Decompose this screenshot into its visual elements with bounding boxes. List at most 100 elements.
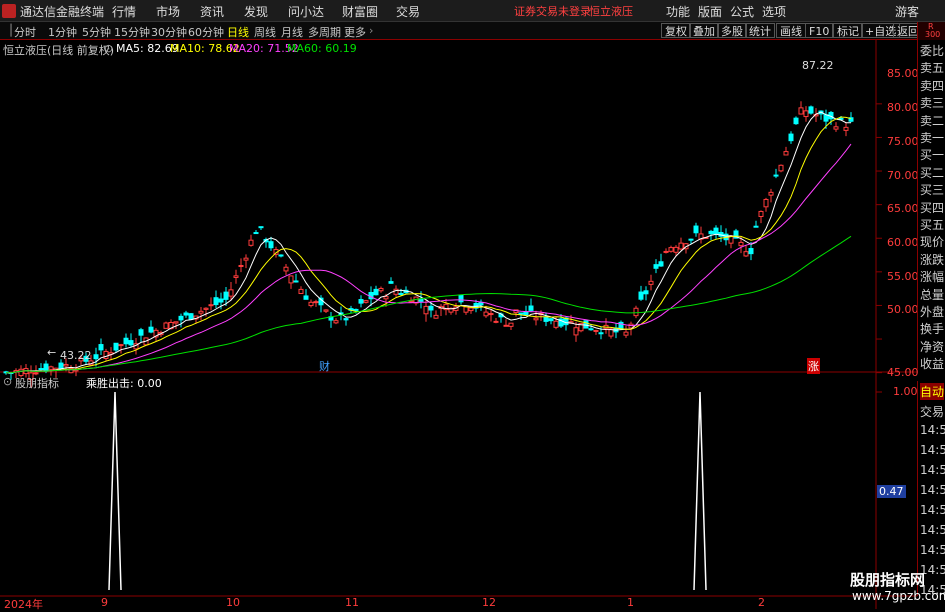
- candle-body: [388, 281, 394, 284]
- candle-body: [218, 298, 224, 303]
- current-stock[interactable]: 恒立液压: [589, 3, 633, 19]
- ma60-line: [6, 235, 852, 374]
- candle-body: [583, 320, 589, 329]
- quote-panel: 委比 卖五 卖四 卖三 卖二 卖一 买一 买二 买三 买四 买五 现价 涨跌 涨幅 总量 外盘 换手 净资 收益: [917, 40, 945, 371]
- y-tick-65: 65.00: [887, 202, 919, 215]
- time-item: 14:56: [920, 503, 945, 517]
- menu-options[interactable]: 选项: [762, 3, 786, 20]
- mark-button[interactable]: 标记: [833, 23, 863, 38]
- candle-body: [373, 288, 379, 296]
- candle-body: [528, 305, 534, 311]
- menu-discover[interactable]: 发现: [244, 3, 268, 20]
- sidebar-header[interactable]: R 300: [917, 22, 945, 40]
- indicator-value: 乘胜出击: 0.00: [86, 377, 162, 390]
- candle-body: [458, 294, 464, 303]
- indicator-settings-icon[interactable]: ⊙: [3, 375, 12, 388]
- candle-body: [113, 342, 119, 351]
- tab-monthly[interactable]: 月线: [281, 24, 303, 40]
- menu-quotes[interactable]: 行情: [112, 3, 136, 20]
- multi-stock-button[interactable]: 多股: [717, 23, 747, 38]
- limit-up-marker[interactable]: 涨: [807, 358, 820, 374]
- candle-body: [428, 305, 434, 311]
- candle-body: [643, 290, 649, 295]
- tab-30min[interactable]: 30分钟: [151, 24, 187, 40]
- quote-item: 买二: [920, 165, 945, 180]
- menu-wenxiaoda[interactable]: 问小达: [288, 3, 324, 20]
- signal-spike: [693, 391, 707, 591]
- candle-body: [278, 254, 284, 257]
- menu-function[interactable]: 功能: [666, 3, 690, 20]
- candle-body: [713, 227, 719, 235]
- tab-multi-period[interactable]: 多周期: [308, 24, 341, 40]
- collapse-icon[interactable]: ▕: [3, 24, 11, 37]
- trade-item[interactable]: 交易: [920, 403, 944, 420]
- y-tick-80: 80.00: [887, 101, 919, 114]
- candle-body: [98, 344, 104, 351]
- candle-body: [38, 368, 44, 371]
- menu-formula[interactable]: 公式: [730, 3, 754, 20]
- candle-body: [258, 226, 264, 229]
- candle-body: [313, 301, 319, 304]
- indicator-name[interactable]: 股朋指标: [15, 375, 59, 391]
- quote-item: 买三: [920, 183, 945, 198]
- time-item: 14:56: [920, 483, 945, 497]
- candle-body: [588, 328, 594, 331]
- y-tick-70: 70.00: [887, 169, 919, 182]
- menu-market[interactable]: 市场: [156, 3, 180, 20]
- menu-layout[interactable]: 版面: [698, 3, 722, 20]
- candle-body: [398, 292, 404, 295]
- overlay-button[interactable]: 叠加: [689, 23, 719, 38]
- tab-5min[interactable]: 5分钟: [82, 24, 111, 40]
- candle-body: [173, 321, 179, 324]
- stats-button[interactable]: 统计: [745, 23, 775, 38]
- chevron-right-icon[interactable]: ›: [369, 24, 373, 37]
- tab-15min[interactable]: 15分钟: [114, 24, 150, 40]
- x-label-12: 12: [482, 596, 496, 609]
- menu-trade[interactable]: 交易: [396, 3, 420, 20]
- tab-intraday[interactable]: 分时: [14, 24, 36, 40]
- adjust-button[interactable]: 复权: [661, 23, 691, 38]
- candle-body: [208, 304, 214, 307]
- x-label-2: 2: [758, 596, 765, 609]
- candle-body: [118, 344, 124, 347]
- candle-body: [833, 126, 839, 130]
- candle-body: [138, 329, 144, 336]
- x-label-1: 1: [627, 596, 634, 609]
- candle-body: [783, 151, 789, 156]
- candle-body: [58, 362, 64, 370]
- tab-daily[interactable]: 日线: [227, 24, 249, 40]
- draw-button[interactable]: 画线: [776, 23, 806, 38]
- trade-item[interactable]: 自动: [920, 383, 945, 400]
- kline-chart[interactable]: [0, 40, 917, 609]
- candle-body: [673, 246, 679, 253]
- candle-body: [548, 318, 554, 322]
- ma5-line: [6, 111, 851, 374]
- candle-body: [508, 322, 514, 327]
- tab-more[interactable]: 更多: [344, 24, 366, 40]
- candle-body: [518, 312, 524, 315]
- candle-body: [823, 114, 829, 122]
- menu-news[interactable]: 资讯: [200, 3, 224, 20]
- login-notice[interactable]: 证券交易未登录: [514, 3, 591, 19]
- tab-weekly[interactable]: 周线: [254, 24, 276, 40]
- candle-body: [283, 266, 289, 272]
- tab-1min[interactable]: 1分钟: [48, 24, 77, 40]
- candle-body: [738, 241, 744, 247]
- menu-fortune[interactable]: 财富圈: [342, 3, 378, 20]
- candle-body: [223, 291, 229, 300]
- quote-item: 换手: [920, 322, 945, 337]
- finance-marker[interactable]: 财: [319, 358, 330, 374]
- candle-body: [533, 317, 539, 321]
- tab-60min[interactable]: 60分钟: [188, 24, 224, 40]
- f10-button[interactable]: F10: [805, 23, 834, 38]
- watermark-url: www.7gpzb.com: [852, 589, 945, 603]
- candle-body: [638, 291, 644, 300]
- guest-label[interactable]: 游客: [895, 3, 919, 20]
- ma10-line: [6, 116, 852, 374]
- candle-body: [758, 210, 764, 217]
- candle-body: [333, 320, 339, 324]
- period-toolbar: ▕ 分时 1分钟 5分钟 15分钟 30分钟 60分钟 日线 周线 月线 多周期…: [0, 22, 945, 40]
- indicator-y-tick-cursor: 0.47: [877, 485, 906, 498]
- quote-item: 买四: [920, 200, 945, 215]
- quote-item: 现价: [920, 235, 945, 250]
